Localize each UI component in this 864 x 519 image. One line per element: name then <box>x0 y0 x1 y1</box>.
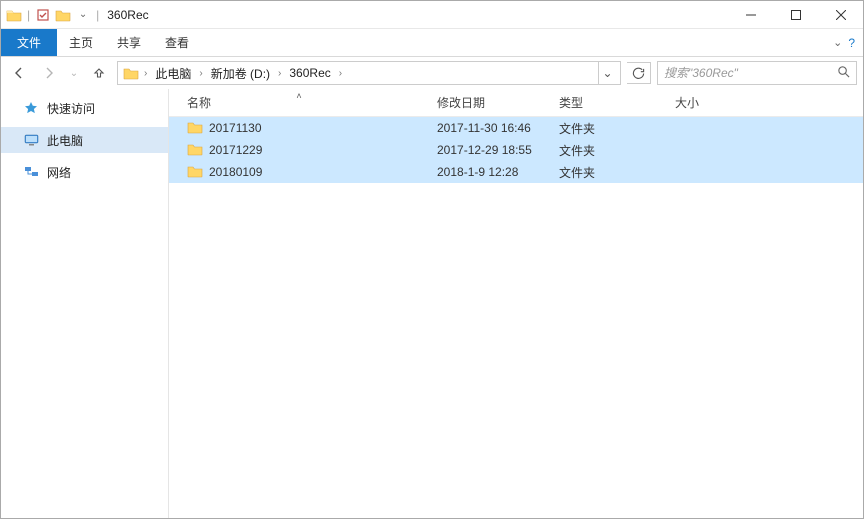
back-button[interactable] <box>7 61 31 85</box>
star-icon <box>23 100 39 116</box>
address-bar: ⌄ › 此电脑 › 新加卷 (D:) › 360Rec › ⌄ <box>1 57 863 89</box>
folder-icon[interactable] <box>54 6 72 24</box>
sidebar-item-label: 快速访问 <box>47 100 95 117</box>
sort-asc-icon: ˄ <box>296 91 301 101</box>
column-header-size[interactable]: 大小 <box>667 89 767 116</box>
folder-icon <box>187 164 203 181</box>
file-type: 文件夹 <box>551 120 667 137</box>
tab-file[interactable]: 文件 <box>1 29 57 56</box>
search-icon[interactable] <box>837 65 850 81</box>
window-controls <box>728 1 863 28</box>
chevron-right-icon[interactable]: › <box>142 68 149 79</box>
sidebar-item-this-pc[interactable]: 此电脑 <box>1 127 168 153</box>
column-headers: 名称 ˄ 修改日期 类型 大小 <box>169 89 863 117</box>
tab-share[interactable]: 共享 <box>105 29 153 56</box>
chevron-right-icon[interactable]: › <box>337 68 344 79</box>
quick-access-toolbar: | ⌄ | <box>1 6 101 24</box>
file-name: 20171229 <box>209 143 262 157</box>
file-date: 2017-11-30 16:46 <box>429 121 551 135</box>
file-name: 20171130 <box>209 121 262 135</box>
folder-icon <box>122 64 140 82</box>
folder-icon <box>187 120 203 137</box>
file-row[interactable]: 20180109 2018-1-9 12:28 文件夹 <box>169 161 863 183</box>
file-type: 文件夹 <box>551 164 667 181</box>
folder-icon <box>5 6 23 24</box>
column-header-name[interactable]: 名称 ˄ <box>169 89 429 116</box>
column-label: 名称 <box>187 94 211 111</box>
search-box[interactable] <box>657 61 857 85</box>
file-date: 2017-12-29 18:55 <box>429 143 551 157</box>
ribbon-expand-icon[interactable]: ⌄ <box>833 36 842 49</box>
qat-dropdown-icon[interactable]: ⌄ <box>74 6 92 24</box>
network-icon <box>23 164 39 180</box>
file-type: 文件夹 <box>551 142 667 159</box>
up-button[interactable] <box>87 61 111 85</box>
navigation-pane: 快速访问 此电脑 网络 <box>1 89 169 518</box>
maximize-button[interactable] <box>773 1 818 28</box>
tab-home[interactable]: 主页 <box>57 29 105 56</box>
help-icon[interactable]: ? <box>848 36 855 50</box>
file-date: 2018-1-9 12:28 <box>429 165 551 179</box>
chevron-right-icon[interactable]: › <box>197 68 204 79</box>
sidebar-item-label: 此电脑 <box>47 132 83 149</box>
close-button[interactable] <box>818 1 863 28</box>
tab-view[interactable]: 查看 <box>153 29 201 56</box>
content-area: 快速访问 此电脑 网络 名称 ˄ 修改日期 类型 大小 201 <box>1 89 863 518</box>
file-row[interactable]: 20171229 2017-12-29 18:55 文件夹 <box>169 139 863 161</box>
separator-icon: | <box>96 8 99 22</box>
sidebar-item-quick-access[interactable]: 快速访问 <box>1 95 168 121</box>
breadcrumb-segment[interactable]: 360Rec <box>285 62 334 84</box>
sidebar-item-label: 网络 <box>47 164 71 181</box>
refresh-button[interactable] <box>627 62 651 84</box>
ribbon-tabs: 文件 主页 共享 查看 ⌄ ? <box>1 29 863 57</box>
breadcrumb-segment[interactable]: 新加卷 (D:) <box>207 62 274 84</box>
column-label: 修改日期 <box>437 94 485 111</box>
address-dropdown-icon[interactable]: ⌄ <box>598 62 616 84</box>
file-row[interactable]: 20171130 2017-11-30 16:46 文件夹 <box>169 117 863 139</box>
chevron-right-icon[interactable]: › <box>276 68 283 79</box>
computer-icon <box>23 132 39 148</box>
column-header-type[interactable]: 类型 <box>551 89 667 116</box>
breadcrumb[interactable]: › 此电脑 › 新加卷 (D:) › 360Rec › ⌄ <box>117 61 621 85</box>
breadcrumb-segment[interactable]: 此电脑 <box>151 62 195 84</box>
column-label: 大小 <box>675 94 699 111</box>
file-rows: 20171130 2017-11-30 16:46 文件夹 20171229 2… <box>169 117 863 183</box>
file-name: 20180109 <box>209 165 262 179</box>
search-input[interactable] <box>664 66 833 80</box>
properties-icon[interactable] <box>34 6 52 24</box>
forward-button[interactable] <box>37 61 61 85</box>
separator-icon: | <box>27 8 30 22</box>
minimize-button[interactable] <box>728 1 773 28</box>
sidebar-item-network[interactable]: 网络 <box>1 159 168 185</box>
recent-dropdown-icon[interactable]: ⌄ <box>67 61 81 85</box>
column-header-date[interactable]: 修改日期 <box>429 89 551 116</box>
column-label: 类型 <box>559 94 583 111</box>
window-title: 360Rec <box>107 8 728 22</box>
folder-icon <box>187 142 203 159</box>
file-list: 名称 ˄ 修改日期 类型 大小 20171130 2017-11-30 16:4… <box>169 89 863 518</box>
titlebar: | ⌄ | 360Rec <box>1 1 863 29</box>
